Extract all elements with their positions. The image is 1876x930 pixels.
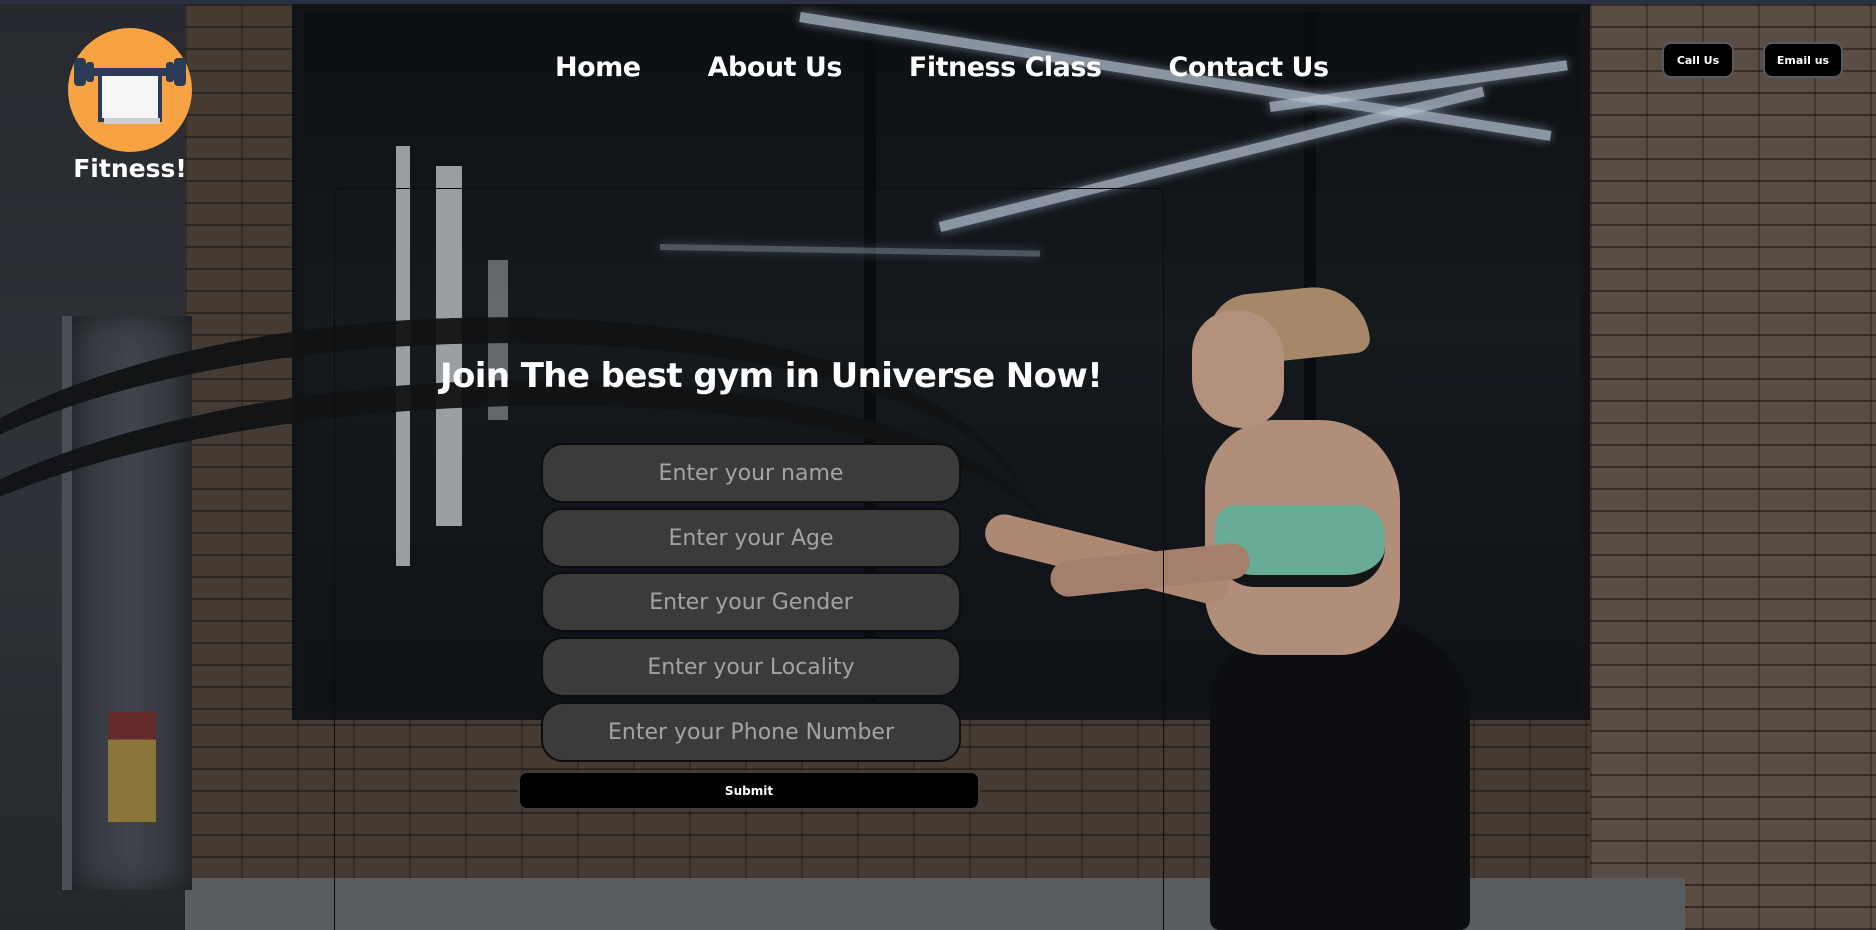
gender-input[interactable] (541, 572, 961, 632)
form-headline: Join The best gym in Universe Now! (440, 356, 1103, 396)
name-input[interactable] (541, 443, 961, 503)
phone-number-input[interactable] (541, 702, 961, 762)
main-nav: Home About Us Fitness Class Contact Us (555, 52, 1329, 83)
brand-logo[interactable] (68, 28, 192, 152)
nav-item-fitness-class[interactable]: Fitness Class (909, 52, 1102, 83)
nav-item-about-us[interactable]: About Us (708, 52, 843, 83)
top-strip (0, 0, 1876, 4)
email-us-button[interactable]: Email us (1763, 42, 1843, 78)
nav-item-home[interactable]: Home (555, 52, 641, 83)
brand-name: Fitness! (73, 154, 187, 183)
locality-input[interactable] (541, 637, 961, 697)
submit-button[interactable]: Submit (518, 771, 980, 810)
nav-item-contact-us[interactable]: Contact Us (1169, 52, 1330, 83)
page: Fitness! Home About Us Fitness Class Con… (0, 0, 1876, 930)
barbell-bench-icon (74, 58, 186, 124)
call-us-button[interactable]: Call Us (1662, 42, 1734, 78)
age-input[interactable] (541, 508, 961, 568)
